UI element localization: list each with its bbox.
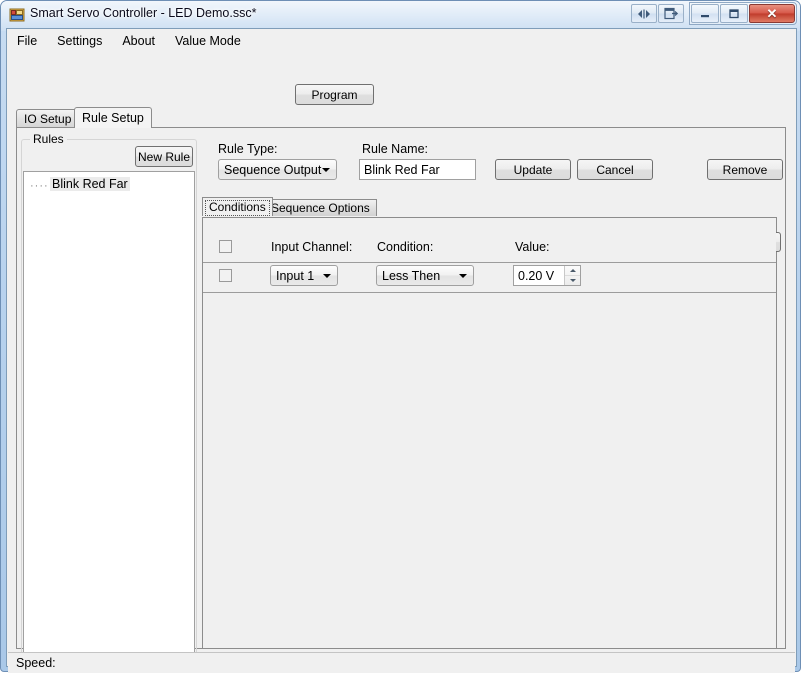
caret-down-icon [569,279,576,282]
rule-type-dropdown[interactable]: Sequence Output [218,159,337,180]
caret-up-icon [569,269,576,272]
window-title: Smart Servo Controller - LED Demo.ssc* [30,6,257,20]
cancel-button[interactable]: Cancel [577,159,653,180]
menu-item-about[interactable]: About [112,31,165,51]
tab-focus-rect [205,200,270,216]
application-window: Smart Servo Controller - LED Demo.ssc* ✕… [0,0,801,673]
caption-extra-buttons [631,4,685,23]
rule-name-label: Rule Name: [362,142,428,156]
close-button[interactable]: ✕ [749,4,795,23]
condition-dropdown[interactable]: Less Then [376,265,474,286]
tree-node-label: Blink Red Far [50,177,130,191]
stepper-buttons[interactable] [564,266,580,285]
menu-bar: File Settings About Value Mode [7,29,796,53]
status-bar: Speed: [8,652,795,673]
column-header-input-channel: Input Channel: [271,240,353,254]
chevron-down-icon [322,168,330,172]
program-button[interactable]: Program [295,84,374,105]
menu-item-value-mode[interactable]: Value Mode [165,31,251,51]
maximize-button[interactable] [720,4,748,23]
column-header-condition: Condition: [377,240,434,254]
client-area: File Settings About Value Mode Program I… [6,28,797,673]
rules-tree-view[interactable]: ···· Blink Red Far [23,171,195,661]
window-export-icon [664,7,679,20]
row-select-checkbox[interactable] [219,269,232,282]
maximize-icon [729,9,739,19]
value-text: 0.20 V [518,268,555,283]
menu-item-file[interactable]: File [7,31,47,51]
stepper-up-button[interactable] [565,266,580,276]
chevron-down-icon [459,274,467,278]
minimize-button[interactable] [691,4,719,23]
main-tab-strip: IO Setup Rule Setup [16,107,786,128]
tree-connector-dots: ···· [30,180,49,192]
rule-type-value: Sequence Output [224,162,322,177]
tab-io-setup[interactable]: IO Setup [16,109,80,127]
tree-node-blink-red-far[interactable]: ···· Blink Red Far [30,176,130,192]
tab-conditions[interactable]: Conditions [202,197,273,216]
value-numeric-stepper[interactable]: 0.20 V [513,265,581,286]
status-speed-label: Speed: [16,656,56,670]
rule-name-input[interactable]: Blink Red Far [359,159,476,180]
tab-sequence-options[interactable]: Sequence Options [264,199,377,216]
menu-item-settings[interactable]: Settings [47,31,112,51]
stepper-down-button[interactable] [565,276,580,285]
new-rule-button[interactable]: New Rule [135,146,193,167]
input-channel-dropdown[interactable]: Input 1 [270,265,338,286]
rules-group-title: Rules [30,132,67,146]
rule-type-label: Rule Type: [218,142,278,156]
condition-value: Less Then [382,268,441,283]
application-icon [9,8,25,22]
chevron-down-icon [323,274,331,278]
restore-export-button[interactable] [658,4,684,23]
input-channel-value: Input 1 [276,268,315,283]
column-header-value: Value: [515,240,550,254]
title-bar[interactable]: Smart Servo Controller - LED Demo.ssc* ✕ [1,1,801,28]
update-button[interactable]: Update [495,159,571,180]
tab-rule-setup[interactable]: Rule Setup [74,107,152,128]
minimize-icon [701,14,709,17]
window-caption-buttons: ✕ [689,2,797,25]
remove-button[interactable]: Remove [707,159,783,180]
select-all-checkbox[interactable] [219,240,232,253]
back-forward-arrows-icon [638,9,650,18]
navigate-back-forward-button[interactable] [631,4,657,23]
